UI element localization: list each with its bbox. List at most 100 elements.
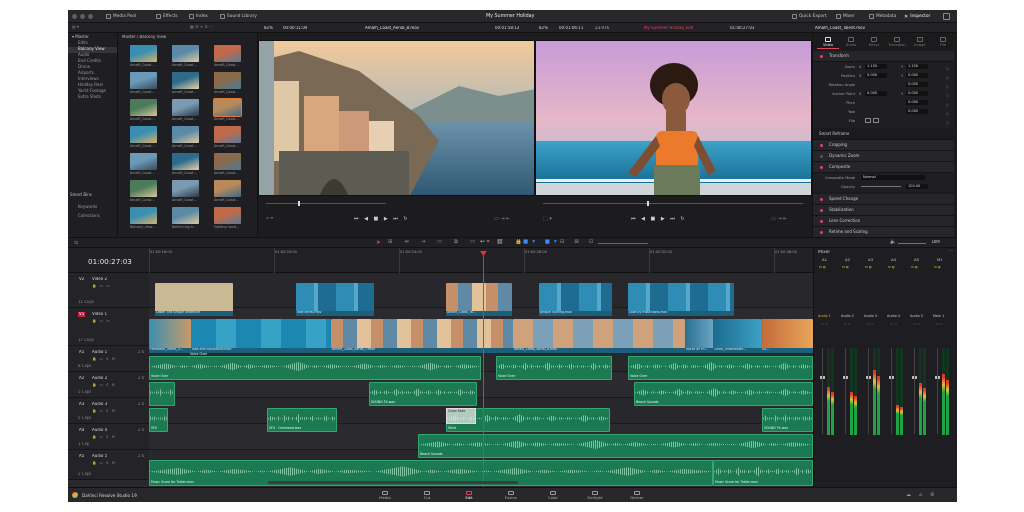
timeline-name[interactable]: My Summer Holiday Edit — [644, 26, 693, 31]
pitch-field[interactable]: 0.000 — [906, 100, 928, 105]
timeline-zoom[interactable]: 82% — [539, 26, 548, 31]
speed-change-section[interactable]: Speed Change — [813, 194, 954, 205]
track-lock-mute-icons[interactable]: 🔒 ▭ S M — [92, 409, 116, 413]
anchor-y-field[interactable]: 0.000 — [906, 91, 928, 96]
audio-clip[interactable]: Music Score for Trailer.mov — [713, 460, 813, 486]
video-clip[interactable]: Su... — [761, 319, 813, 353]
snap-link-icons[interactable]: ↩ ⛓ 🔒 — [480, 239, 527, 246]
lens-correction-section[interactable]: Lens Correction — [813, 216, 954, 227]
source-scrubber[interactable] — [266, 203, 386, 204]
inspector-tab-video[interactable]: Video — [817, 37, 839, 47]
track-header-a3[interactable]: A3 Audio 3 🔒 ▭ S M5 Clips 2.0 — [68, 398, 149, 424]
mixer-button[interactable]: Mixer — [836, 13, 855, 20]
mixer-solo-mute[interactable]: ▭ ▭ — [844, 323, 851, 327]
title-clip[interactable]: Lower 3rd Simple Underline — [155, 283, 233, 316]
video-clip[interactable]: Feedback_Talent_3... — [149, 319, 191, 353]
media-thumbnail[interactable] — [130, 153, 157, 170]
position-x-field[interactable]: 0.000 — [865, 73, 887, 78]
mixer-options-icon[interactable]: ··· — [949, 249, 953, 254]
track-lock-mute-icons[interactable]: 🔒 ▭ ▭ — [92, 284, 111, 288]
mixer-fx-icons[interactable]: fx ◐ — [888, 266, 895, 270]
track-header-v2[interactable]: V2 Video 2 🔒 ▭ ▭ 11 Clips — [68, 273, 149, 308]
inspector-tab-effect[interactable]: Effect — [863, 37, 885, 47]
media-thumbnail[interactable] — [130, 45, 157, 62]
video-clip[interactable]: Amalfi_Coast_Ta... — [446, 283, 512, 316]
sidebar-toggle-icon[interactable]: ▤ ▾ — [72, 25, 79, 30]
composite-section[interactable]: Composite — [813, 162, 954, 173]
mixer-fx-icons[interactable]: fx ◐ — [819, 266, 826, 270]
media-thumbnail[interactable] — [172, 180, 199, 197]
inspector-tab-image[interactable]: Image — [909, 37, 931, 47]
edit-tools-icons[interactable]: ⊞ ⇹ ⇥ ▭ ⧉ ▭ ⌗ — [388, 239, 495, 246]
cropping-section[interactable]: Cropping — [813, 140, 954, 151]
media-thumbnail[interactable] — [130, 126, 157, 143]
timeline-scrubber[interactable] — [543, 203, 803, 204]
timeline-options-icon[interactable]: ⇆ — [74, 240, 78, 246]
page-fairlight[interactable]: Fairlight — [580, 491, 610, 501]
media-thumbnail[interactable] — [172, 72, 199, 89]
page-color[interactable]: Color — [538, 491, 568, 501]
source-scrub-handle[interactable] — [298, 201, 300, 206]
enable-dot-icon[interactable] — [820, 144, 823, 147]
timeline-area[interactable]: 01:00:27:03 01:00:16:00 01:00:20:00 01:00:… — [68, 248, 813, 487]
source-transport-controls[interactable]: ⏮ ◀ ■ ▶ ⏭ ↻ — [354, 216, 410, 222]
enable-dot-icon[interactable] — [820, 155, 823, 158]
timeline-view-options-icon[interactable]: ⬚ ▾ — [543, 216, 552, 222]
cross-fade-transition[interactable]: Cross Fade — [446, 408, 476, 424]
audio-clip[interactable]: SOUND FX.wav — [369, 382, 477, 406]
media-thumbnail[interactable] — [130, 99, 157, 116]
media-thumbnail[interactable] — [172, 126, 199, 143]
keyframe-icons[interactable]: ◇ ◇ ◇ ◇ ◇ ◇ ◇ — [946, 64, 950, 125]
mixer-fx-icons[interactable]: fx ◐ — [911, 266, 918, 270]
retime-scaling-section[interactable]: Retime and Scaling — [813, 227, 954, 237]
dynamic-zoom-section[interactable]: Dynamic Zoom — [813, 151, 954, 162]
media-thumbnail[interactable] — [172, 153, 199, 170]
track-header-a4[interactable]: A4 Audio 4 🔒 ▭ S M1 Clip 2.0 — [68, 424, 149, 450]
track-header-a2[interactable]: A2 Audio 2 🔒 ▭ S M5 Clips 2.0 — [68, 372, 149, 398]
flag-marker-icons[interactable]: ■▾ ■▾ — [523, 239, 561, 246]
media-thumbnail[interactable] — [214, 72, 241, 89]
transform-section[interactable]: Transform — [813, 51, 954, 62]
track-header-a1[interactable]: A1 Audio 1 🔒 ▭ S M8 Clips 2.0 — [68, 346, 149, 372]
window-layout-icon[interactable] — [943, 13, 950, 20]
enable-dot-icon[interactable] — [820, 166, 823, 169]
timeline-mark-icons[interactable]: ▭ ⇥ ⇤ — [771, 216, 787, 222]
smart-reframe-section[interactable]: Smart Reframe — [813, 129, 954, 140]
flip-horizontal-icon[interactable] — [865, 118, 871, 123]
source-viewer[interactable] — [258, 40, 535, 196]
audio-clip[interactable]: Voice Over — [496, 356, 612, 380]
bin-keywords[interactable]: Keywords — [68, 204, 97, 211]
media-thumbnail[interactable] — [130, 72, 157, 89]
video-clip[interactable]: lake and mountains.mov — [191, 319, 331, 353]
rotation-field[interactable]: 0.000 — [906, 82, 928, 87]
timeline-zoom-slider[interactable] — [598, 243, 648, 244]
timeline-transport-controls[interactable]: ⏮ ◀ ■ ▶ ⏭ ↻ — [631, 216, 687, 222]
inspector-tab-file[interactable]: File — [932, 37, 954, 47]
media-thumbnail[interactable] — [172, 45, 199, 62]
enable-dot-icon[interactable] — [820, 55, 823, 58]
anchor-x-field[interactable]: 0.000 — [865, 91, 887, 96]
track-lock-mute-icons[interactable]: 🔒 ▭ S M — [92, 435, 116, 439]
view-mode-icons[interactable]: ▦ ☰ ≡ ⇅ ··· — [190, 25, 213, 30]
sound-library-button[interactable]: Sound Library — [220, 13, 257, 20]
source-view-options-icon[interactable]: ▭ ▾ — [266, 216, 273, 221]
track-lock-mute-icons[interactable]: 🔒 ▭ S M — [92, 383, 116, 387]
cloud-home-settings-icons[interactable]: ☁⌂⚙ — [906, 492, 943, 498]
media-pool-button[interactable]: Media Pool — [106, 13, 136, 20]
mixer-solo-mute[interactable]: ▭ ▭ — [821, 323, 828, 327]
source-clip-name[interactable]: Amalfi_Coast_Aerial_8.mov — [365, 26, 419, 31]
playhead-line[interactable] — [483, 252, 484, 487]
audio-clip[interactable]: Voice Over — [628, 356, 813, 380]
source-zoom[interactable]: 82% — [264, 26, 273, 31]
media-thumbnail[interactable] — [214, 45, 241, 62]
zoom-icons[interactable]: ⊟ ⊠ ⊡ — [560, 239, 597, 246]
mixer-solo-mute[interactable]: ▭ ▭ — [867, 323, 874, 327]
audio-clip[interactable] — [149, 382, 175, 406]
dim-button[interactable]: DIM — [932, 240, 940, 245]
audio-clip[interactable]: Voice Over — [149, 356, 481, 380]
yaw-field[interactable]: 0.000 — [906, 109, 928, 114]
page-cut[interactable]: Cut — [412, 491, 442, 501]
audio-clip[interactable]: Voice Over — [188, 352, 207, 358]
video-clip[interactable]: Amalfi_Coast_Aerial_8.mov — [513, 319, 685, 353]
inspector-tab-audio[interactable]: Audio — [840, 37, 862, 47]
